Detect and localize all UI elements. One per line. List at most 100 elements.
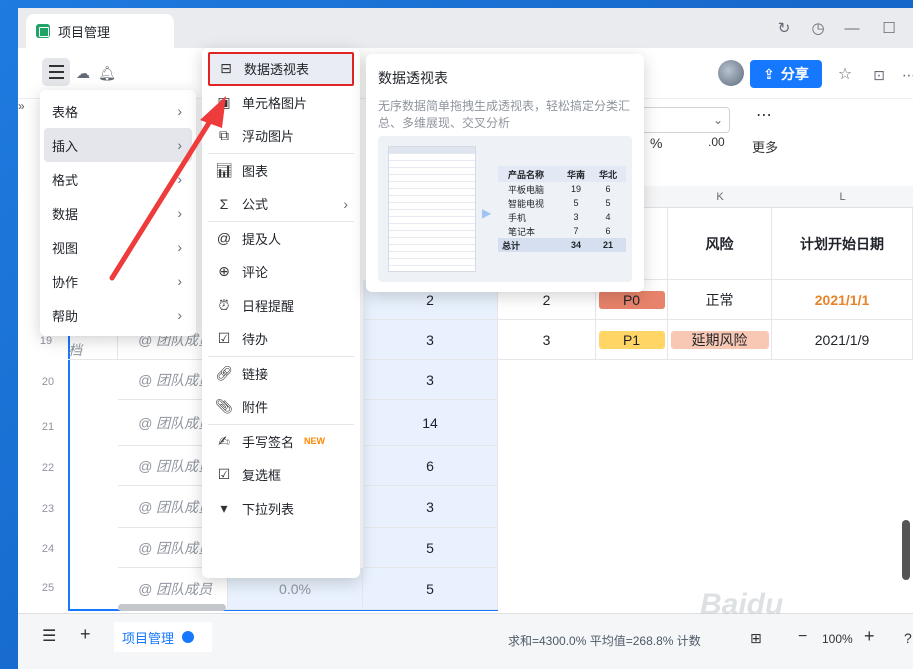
- chevron-right-icon: ›: [177, 307, 182, 323]
- header-risk[interactable]: 风险: [668, 208, 772, 280]
- cell[interactable]: 3: [363, 320, 498, 360]
- insert-chart[interactable]: 📊︎ 图表: [208, 154, 354, 188]
- risk-cell[interactable]: 延期风险: [668, 320, 772, 360]
- horizontal-scrollbar[interactable]: [118, 604, 226, 611]
- chevron-right-icon: ›: [177, 137, 182, 153]
- row-number[interactable]: 25: [28, 582, 68, 594]
- insert-cell-image[interactable]: ▣ 单元格图片: [208, 86, 354, 120]
- cell[interactable]: 5: [363, 568, 498, 610]
- share-icon: ⇪: [763, 65, 775, 82]
- decimal-icon[interactable]: .00: [708, 135, 725, 149]
- checkbox-icon: ☑: [217, 330, 231, 347]
- insert-pivot-table[interactable]: ⊟ 数据透视表: [208, 52, 354, 86]
- column-header-k[interactable]: K: [668, 186, 772, 208]
- menu-item-help[interactable]: 帮助 ›: [44, 298, 192, 332]
- menu-item-format[interactable]: 格式 ›: [44, 162, 192, 196]
- insert-checkbox[interactable]: ☑ 复选框: [208, 458, 354, 492]
- cell[interactable]: 14: [363, 400, 498, 446]
- sigma-icon: Σ: [219, 195, 229, 212]
- menu-item-data[interactable]: 数据 ›: [44, 196, 192, 230]
- preview-title: 数据透视表: [378, 70, 448, 86]
- row-number[interactable]: 23: [28, 503, 68, 515]
- menu-item-view[interactable]: 视图 ›: [44, 230, 192, 264]
- insert-todo[interactable]: ☑ 待办: [208, 322, 354, 356]
- image-icon: ▣: [217, 93, 231, 110]
- insert-dropdown[interactable]: ▾ 下拉列表: [208, 492, 354, 526]
- more-icon[interactable]: ⋯: [900, 66, 913, 84]
- sync-icon[interactable]: ↻: [775, 20, 793, 38]
- menu-item-collab[interactable]: 协作 ›: [44, 264, 192, 298]
- maximize-icon[interactable]: ☐: [880, 20, 898, 38]
- insert-formula[interactable]: Σ 公式 ›: [208, 187, 354, 221]
- insert-reminder[interactable]: ⏰︎ 日程提醒: [208, 289, 354, 323]
- insert-comment[interactable]: ⊕ 评论: [208, 255, 354, 289]
- insert-attachment[interactable]: 📎︎ 附件: [208, 390, 354, 424]
- star-icon[interactable]: ☆: [836, 66, 854, 84]
- share-button[interactable]: ⇪ 分享: [750, 60, 822, 88]
- more-tools-label[interactable]: 更多: [752, 137, 778, 156]
- priority-badge: P0: [598, 290, 665, 309]
- column-header-l[interactable]: L: [772, 186, 913, 208]
- row-number[interactable]: 19: [26, 335, 66, 347]
- bell-icon[interactable]: 🔔︎: [98, 64, 116, 82]
- row-number[interactable]: 20: [28, 376, 68, 388]
- add-sheet-icon[interactable]: +: [80, 624, 91, 645]
- help-icon[interactable]: ?: [904, 630, 912, 646]
- watermark-logo: Baidu: [700, 588, 784, 621]
- expand-sidebar-icon[interactable]: »: [18, 99, 32, 113]
- arrow-right-icon: ▶: [482, 206, 492, 220]
- pivot-preview-card: 数据透视表 无序数据简单拖拽生成透视表，轻松搞定分类汇总、多维展现、交叉分析 ▶…: [366, 54, 644, 292]
- layout-icon[interactable]: ⊞: [750, 630, 762, 647]
- chevron-right-icon: ›: [177, 205, 182, 221]
- cell[interactable]: 正常: [668, 280, 772, 320]
- font-size-select[interactable]: ⌄: [638, 107, 730, 133]
- cell[interactable]: 6: [363, 446, 498, 486]
- sheet-logo-icon: [36, 24, 50, 38]
- cell[interactable]: 3: [363, 360, 498, 400]
- user-avatar[interactable]: [718, 60, 744, 86]
- sheet-list-icon[interactable]: ☰: [42, 626, 56, 646]
- cell[interactable]: 3: [363, 486, 498, 528]
- history-icon[interactable]: ◷: [809, 20, 827, 38]
- header-plan-start[interactable]: 计划开始日期: [772, 208, 913, 280]
- vertical-scrollbar[interactable]: [902, 520, 910, 580]
- cell[interactable]: 5: [363, 528, 498, 568]
- chevron-down-icon: ⌄: [712, 113, 723, 127]
- floating-image-icon: ⧉: [219, 127, 229, 144]
- insert-signature[interactable]: ✍︎ 手写签名 NEW: [208, 425, 354, 459]
- row-number[interactable]: 24: [28, 543, 68, 555]
- date-cell[interactable]: 2021/1/9: [772, 320, 913, 360]
- comment-dot-icon: [182, 631, 195, 643]
- chart-icon: 📊︎: [215, 161, 233, 178]
- minimize-icon[interactable]: —: [843, 20, 861, 38]
- menu-item-insert[interactable]: 插入 ›: [44, 128, 192, 162]
- insert-link[interactable]: 🔗︎ 链接: [208, 357, 354, 391]
- main-menu-button[interactable]: [42, 58, 70, 86]
- sheet-tab[interactable]: 项目管理: [114, 622, 212, 652]
- insert-mention[interactable]: @ 提及人: [208, 222, 354, 256]
- percent-icon[interactable]: %: [650, 135, 662, 151]
- pivot-table-icon: ⊟: [220, 60, 232, 77]
- source-table-thumbnail: [388, 146, 476, 272]
- zoom-out-icon[interactable]: −: [798, 628, 807, 646]
- chevron-right-icon: ›: [177, 239, 182, 255]
- cell[interactable]: 3: [498, 320, 596, 360]
- pivot-result-table: 产品名称 华南 华北 平板电脑 19 6 智能电视 5 5 手机 3 4 笔记本 7 6 总计 34 2…: [498, 166, 626, 252]
- date-cell[interactable]: 2021/1/1: [772, 280, 913, 320]
- cloud-saved-icon[interactable]: ☁: [74, 64, 92, 82]
- zoom-level[interactable]: 100%: [822, 632, 853, 646]
- signature-icon: ✍︎: [218, 432, 230, 449]
- document-tab[interactable]: 项目管理: [26, 14, 174, 48]
- selection-summary: 求和=4300.0% 平均值=268.8% 计数: [508, 634, 701, 648]
- presentation-icon[interactable]: ⊡: [870, 66, 888, 84]
- zoom-in-icon[interactable]: +: [864, 626, 875, 647]
- more-tools-icon[interactable]: ⋯: [756, 105, 772, 125]
- menu-item-table[interactable]: 表格 ›: [44, 94, 192, 128]
- insert-floating-image[interactable]: ⧉ 浮动图片: [208, 119, 354, 153]
- preview-description: 无序数据简单拖拽生成透视表，轻松搞定分类汇总、多维展现、交叉分析: [378, 99, 631, 130]
- main-menu: 表格 › 插入 › 格式 › 数据 › 视图 › 协作 › 帮助 ›: [40, 90, 196, 336]
- row-number[interactable]: 22: [28, 462, 68, 474]
- level-cell[interactable]: P1: [596, 320, 668, 360]
- row-number[interactable]: 21: [28, 421, 68, 433]
- chevron-right-icon: ›: [343, 195, 348, 212]
